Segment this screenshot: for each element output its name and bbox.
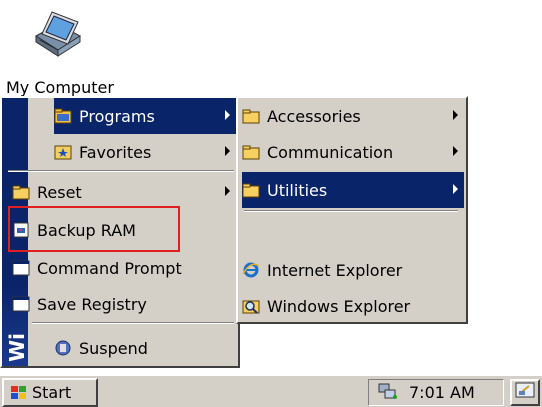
submenu-arrow-icon — [453, 146, 458, 156]
system-tray: 7:01 AM — [368, 379, 504, 406]
my-computer-icon[interactable] — [28, 6, 88, 68]
submenu-arrow-icon — [225, 146, 230, 156]
clock[interactable]: 7:01 AM — [409, 383, 475, 402]
submenu-arrow-icon — [453, 184, 458, 194]
window-icon — [12, 296, 30, 312]
folder-icon — [242, 144, 260, 160]
submenu-item-internet-explorer[interactable]: Internet Explorer — [242, 252, 464, 288]
submenu-arrow-icon — [225, 110, 230, 120]
windows-logo-icon — [10, 385, 28, 401]
favorites-icon — [54, 144, 72, 160]
menu-item-favorites[interactable]: Favorites — [54, 134, 236, 170]
menu-item-programs[interactable]: Programs — [54, 98, 236, 134]
submenu-item-utilities[interactable]: Utilities — [242, 172, 464, 208]
network-icon[interactable] — [377, 382, 399, 404]
submenu-item-label: Windows Explorer — [267, 296, 411, 316]
window-icon — [12, 260, 30, 276]
submenu-item-label: Internet Explorer — [267, 260, 403, 280]
menu-item-command-prompt[interactable]: Command Prompt — [12, 250, 236, 286]
ie-icon — [242, 262, 260, 278]
programs-submenu: Accessories Communication Utilities Inte… — [236, 96, 468, 324]
start-menu-brand: Wi — [5, 333, 28, 362]
menu-item-label: Favorites — [79, 142, 152, 162]
start-label: Start — [32, 383, 72, 402]
submenu-item-accessories[interactable]: Accessories — [242, 98, 464, 134]
submenu-arrow-icon — [225, 186, 230, 196]
submenu-arrow-icon — [453, 110, 458, 120]
suspend-icon — [54, 340, 72, 356]
submenu-item-communication[interactable]: Communication — [242, 134, 464, 170]
menu-item-suspend[interactable]: Suspend — [54, 330, 236, 366]
menu-separator — [8, 170, 234, 172]
folder-icon — [242, 182, 260, 198]
folder-icon — [12, 184, 30, 200]
menu-item-label: Reset — [37, 182, 82, 202]
menu-item-label: Programs — [79, 106, 155, 126]
folder-icon — [242, 108, 260, 124]
submenu-item-label: Accessories — [267, 106, 361, 126]
highlight-box — [8, 206, 180, 252]
menu-item-reset[interactable]: Reset — [12, 174, 236, 210]
menu-item-save-registry[interactable]: Save Registry — [12, 286, 236, 322]
explorer-icon — [242, 298, 260, 314]
desktop-icon — [515, 382, 535, 404]
start-button[interactable]: Start — [2, 378, 98, 407]
submenu-item-label: Communication — [267, 142, 394, 162]
menu-item-label: Save Registry — [37, 294, 147, 314]
menu-item-label: Command Prompt — [37, 258, 182, 278]
show-desktop-button[interactable] — [510, 379, 540, 406]
submenu-item-label: Utilities — [267, 180, 328, 200]
menu-item-label: Suspend — [79, 338, 148, 358]
submenu-item-windows-explorer[interactable]: Windows Explorer — [242, 288, 464, 324]
my-computer-label[interactable]: My Computer — [6, 80, 114, 96]
menu-separator — [244, 210, 458, 212]
taskbar: Start 7:01 AM — [0, 374, 542, 407]
menu-separator — [32, 322, 234, 324]
programs-folder-icon — [54, 108, 72, 124]
